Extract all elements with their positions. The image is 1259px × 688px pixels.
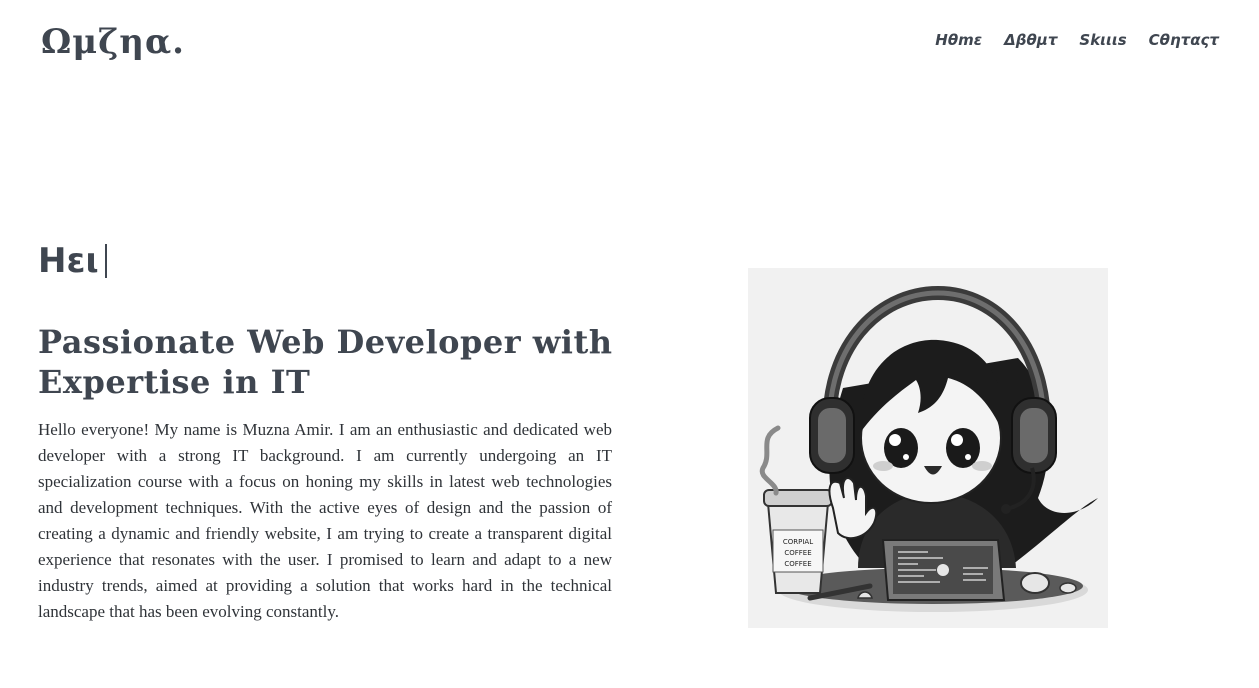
girl-with-laptop-icon: CORPIAL COFFEE COFFEE bbox=[759, 285, 1098, 612]
typing-cursor bbox=[104, 244, 107, 278]
main-nav: Ηθmε Δβθμτ Skιιιs Cθηταςτ bbox=[935, 29, 1219, 51]
nav-link-about[interactable]: Δβθμτ bbox=[1004, 29, 1057, 51]
hero-headline: Passionate Web Developer with Expertise … bbox=[38, 323, 613, 401]
nav-link-home[interactable]: Ηθmε bbox=[935, 29, 982, 51]
cup-label-line-1: CORPIAL bbox=[783, 538, 813, 546]
site-logo[interactable]: Ωμζηα. bbox=[41, 20, 185, 64]
about-paragraph: Hello everyone! My name is Muzna Amir. I… bbox=[38, 420, 612, 621]
cup-label-line-2: COFFEE bbox=[784, 549, 811, 557]
site-header: Ωμζηα. Ηθmε Δβθμτ Skιιιs Cθηταςτ bbox=[0, 0, 1259, 80]
nav-link-skills[interactable]: Skιιιs bbox=[1079, 29, 1126, 51]
developer-illustration: CORPIAL COFFEE COFFEE bbox=[748, 268, 1108, 628]
greeting-text: Ηει bbox=[38, 241, 99, 281]
nav-link-contact[interactable]: Cθηταςτ bbox=[1149, 29, 1219, 51]
cup-label-line-3: COFFEE bbox=[784, 560, 811, 568]
typed-greeting: Ηει bbox=[38, 240, 107, 282]
